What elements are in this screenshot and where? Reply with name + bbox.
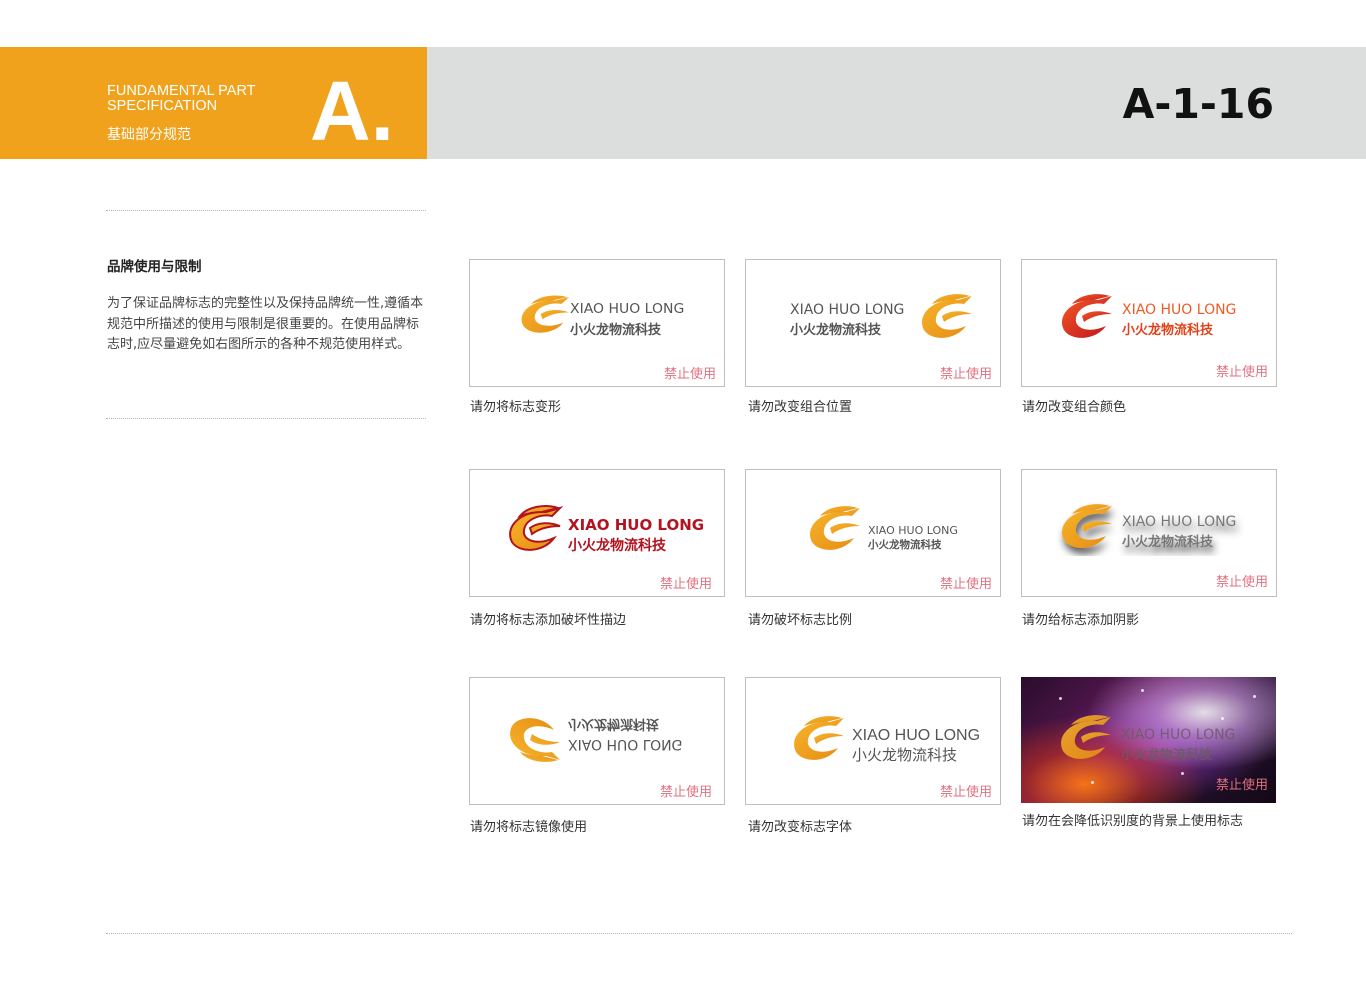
- divider: [106, 418, 426, 419]
- disproportioned-logo: XIAO HUO LONG 小火龙物流科技: [810, 506, 958, 551]
- card-caption: 请勿破坏标志比例: [748, 613, 853, 628]
- logo-zh-text: 小火龙物流科技: [852, 746, 957, 764]
- logo-zh-text: 小火龙物流科技: [568, 716, 660, 732]
- logo-en-text: XIAO HUO LONG: [852, 727, 980, 744]
- misuse-card-distort: XIAO HUO LONG 小火龙物流科技 禁止使用: [469, 259, 725, 387]
- logo-zh-text: 小火龙物流科技: [867, 538, 942, 551]
- rearranged-logo: XIAO HUO LONG 小火龙物流科技: [790, 294, 972, 338]
- card-caption: 请勿给标志添加阴影: [1022, 613, 1140, 628]
- forbid-badge: 禁止使用: [939, 785, 992, 800]
- forbid-badge: 禁止使用: [1215, 575, 1268, 590]
- misuse-card-color: XIAO HUO LONG 小火龙物流科技 禁止使用: [1021, 259, 1277, 387]
- section-description: 为了保证品牌标志的完整性以及保持品牌统一性,遵循本规范中所描述的使用与限制是很重…: [107, 296, 424, 352]
- forbid-badge: 禁止使用: [939, 367, 992, 382]
- logo-en-text: XIAO HUO LONG: [790, 302, 904, 318]
- divider: [106, 210, 426, 211]
- sparkle: [1141, 689, 1144, 692]
- misuse-card-mirror: XIAO HUO LONG 小火龙物流科技 禁止使用: [469, 677, 725, 805]
- logo-en-text: XIAO HUO LONG: [570, 301, 684, 317]
- logo-zh-text: 小火龙物流科技: [570, 322, 662, 338]
- misuse-card-font: XIAO HUO LONG 小火龙物流科技 禁止使用: [745, 677, 1001, 805]
- logo-zh-text: 小火龙物流科技: [790, 322, 882, 338]
- logo-zh-text: 小火龙物流科技: [1122, 322, 1214, 338]
- forbid-badge: 禁止使用: [659, 785, 712, 800]
- misuse-card-position: XIAO HUO LONG 小火龙物流科技 禁止使用: [745, 259, 1001, 387]
- mirrored-logo: XIAO HUO LONG 小火龙物流科技: [510, 716, 682, 762]
- logo-en-text: XIAO HUO LONG: [1122, 302, 1236, 318]
- card-caption: 请勿改变组合位置: [748, 400, 853, 415]
- logo-zh-text: 小火龙物流科技: [1122, 534, 1214, 550]
- footer-divider: [106, 933, 1292, 934]
- header-zh-label: 基础部分规范: [107, 127, 191, 143]
- logo-en-text: XIAO HUO LONG: [568, 516, 704, 534]
- stroked-logo: XIAO HUO LONG 小火龙物流科技: [509, 505, 704, 554]
- section-letter: A.: [310, 64, 394, 158]
- misuse-card-background: XIAO HUO LONG 小火龙物流科技 禁止使用: [1021, 677, 1276, 803]
- forbid-badge: 禁止使用: [659, 577, 712, 592]
- card-caption: 请勿改变组合颜色: [1022, 400, 1127, 415]
- page-number: A-1-16: [1122, 80, 1274, 128]
- logo-zh-text: 小火龙物流科技: [1121, 747, 1213, 763]
- logo-en-text: XIAO HUO LONG: [868, 524, 958, 537]
- logo-en-text: XIAO HUO LONG: [1122, 514, 1236, 530]
- logo-zh-text: 小火龙物流科技: [568, 537, 667, 554]
- recolored-logo: XIAO HUO LONG 小火龙物流科技: [1062, 294, 1236, 338]
- card-caption: 请勿将标志镜像使用: [470, 820, 588, 835]
- card-caption: 请勿改变标志字体: [748, 820, 853, 835]
- low-contrast-logo: XIAO HUO LONG 小火龙物流科技: [1061, 715, 1235, 763]
- sparkle: [1091, 781, 1094, 784]
- header-en-label: FUNDAMENTAL PART SPECIFICATION: [107, 83, 256, 114]
- forbid-badge: 禁止使用: [1215, 365, 1268, 380]
- misuse-card-proportion: XIAO HUO LONG 小火龙物流科技 禁止使用: [745, 469, 1001, 597]
- card-caption: 请勿在会降低识别度的背景上使用标志: [1022, 814, 1244, 829]
- misuse-card-shadow: XIAO HUO LONG 小火龙物流科技 禁止使用: [1021, 469, 1277, 597]
- sparkle: [1253, 695, 1256, 698]
- forbid-badge: 禁止使用: [1215, 778, 1268, 793]
- sparkle: [1059, 697, 1062, 700]
- distorted-logo: XIAO HUO LONG 小火龙物流科技: [521, 295, 684, 338]
- shadowed-logo: XIAO HUO LONG 小火龙物流科技: [1062, 504, 1236, 550]
- logo-en-text: XIAO HUO LONG: [1121, 727, 1235, 743]
- section-title: 品牌使用与限制: [107, 259, 202, 275]
- forbid-badge: 禁止使用: [663, 367, 716, 382]
- sparkle: [1181, 772, 1184, 775]
- card-caption: 请勿将标志添加破坏性描边: [470, 613, 627, 628]
- card-caption: 请勿将标志变形: [470, 400, 562, 415]
- forbid-badge: 禁止使用: [939, 577, 992, 592]
- logo-en-text: XIAO HUO LONG: [568, 736, 682, 752]
- misuse-card-stroke: XIAO HUO LONG 小火龙物流科技 禁止使用: [469, 469, 725, 597]
- refonted-logo: XIAO HUO LONG 小火龙物流科技: [794, 716, 980, 764]
